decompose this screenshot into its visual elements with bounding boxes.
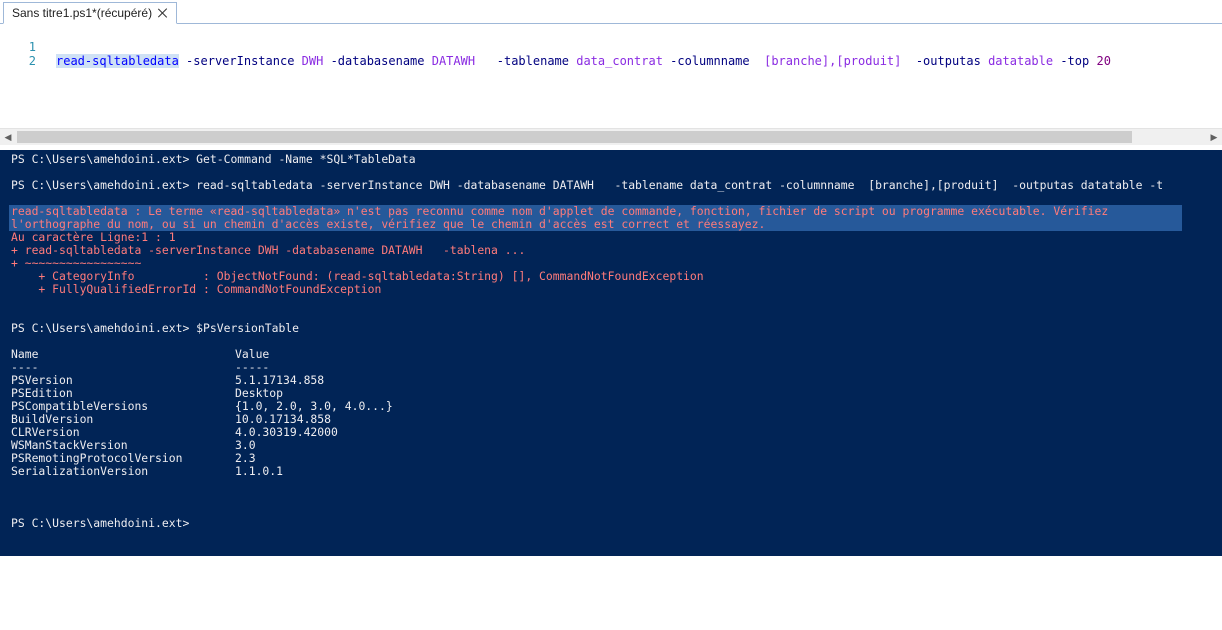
editor-line-2: 2 [0,40,43,68]
scroll-left-arrow-icon[interactable]: ◀ [0,129,16,145]
console-prompt[interactable]: PS C:\Users\amehdoini.ext> [11,517,189,530]
console-line: PS C:\Users\amehdoini.ext> Get-Command -… [11,152,416,166]
powershell-ise-window: Sans titre1.ps1*(récupéré) 1 read-sqltab… [0,0,1222,630]
token-param: -tablename [475,54,577,68]
token-arg: data_contrat [576,54,663,68]
token-number: 20 [1096,54,1111,68]
script-editor[interactable]: 1 read-sqltabledata -serverInstance DWH … [0,24,1222,128]
token-param: -outputas [901,54,989,68]
console-pane[interactable]: PS C:\Users\amehdoini.ext> Get-Command -… [0,150,1222,556]
token-command: read-sqltabledata [56,54,179,68]
token-param: -serverInstance [178,54,302,68]
code-text[interactable]: read-sqltabledata -serverInstance DWH -d… [56,54,1111,68]
editor-horizontal-scrollbar[interactable]: ◀ ▶ [0,128,1222,145]
line-number: 2 [28,54,36,68]
console-line: PS C:\Users\amehdoini.ext> $PsVersionTab… [11,321,300,335]
close-icon[interactable] [158,8,168,18]
token-arg: DWH [301,54,324,68]
console-line: PS C:\Users\amehdoini.ext> read-sqltable… [11,178,1164,192]
scrollbar-thumb[interactable] [17,131,1132,143]
script-tab-bar: Sans titre1.ps1*(récupéré) [0,0,1222,24]
token-param: -columnname [662,54,765,68]
editor-line-1: 1 read-sqltabledata -serverInstance DWH … [0,26,1111,68]
tab-title: Sans titre1.ps1*(récupéré) [12,6,153,20]
error-line: + FullyQualifiedErrorId : CommandNotFoun… [11,282,382,296]
tab-script[interactable]: Sans titre1.ps1*(récupéré) [3,2,178,24]
token-arg: datatable [988,54,1054,68]
token-param: -top [1053,54,1097,68]
token-arg: DATAWH [431,54,476,68]
table-row-name: SerializationVersion [11,464,149,478]
token-param: -databasename [323,54,432,68]
token-arg: [branche],[produit] [764,54,902,68]
scroll-right-arrow-icon[interactable]: ▶ [1206,129,1222,145]
table-row-value: 1.1.0.1 [235,464,284,478]
